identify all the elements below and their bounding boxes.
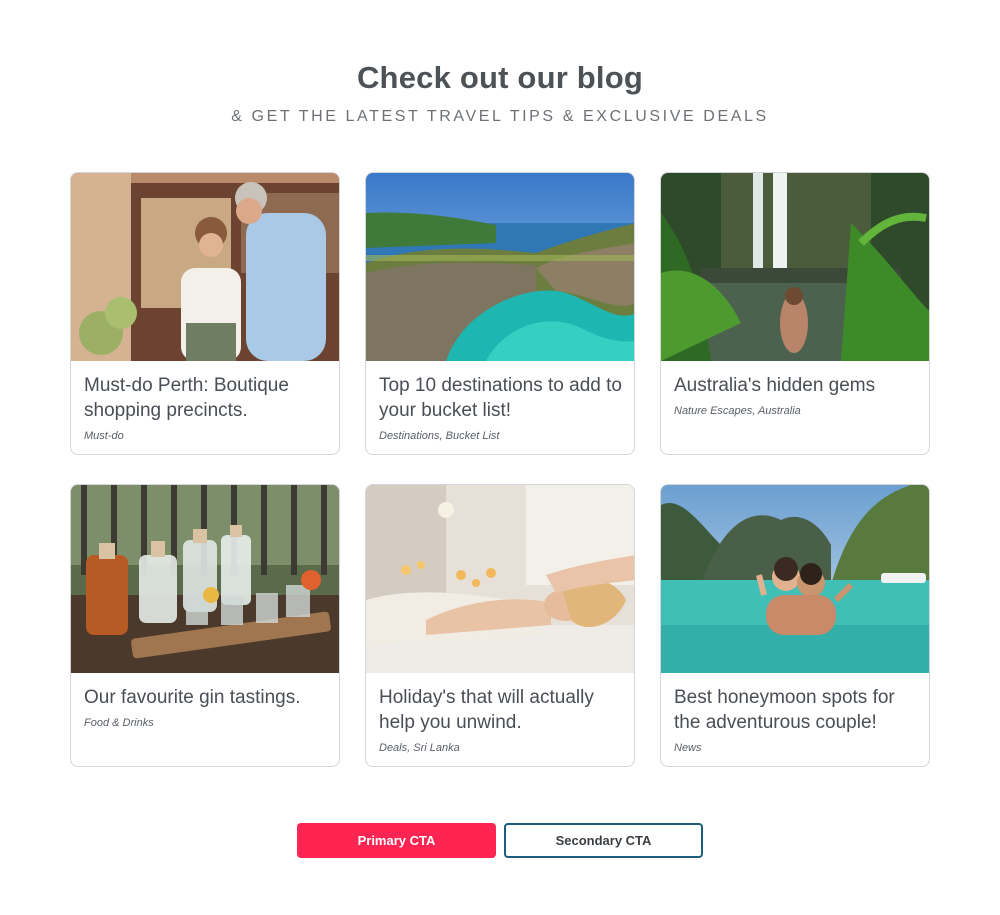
coastal-arch-photo bbox=[366, 173, 634, 361]
boutique-shopping-photo bbox=[71, 173, 339, 361]
primary-cta-button[interactable]: Primary CTA bbox=[297, 823, 496, 858]
waterfall-lagoon-photo bbox=[661, 173, 929, 361]
card-title[interactable]: Best honeymoon spots for the adventurous… bbox=[674, 685, 919, 735]
card-tags: Food & Drinks bbox=[84, 717, 154, 729]
blog-card[interactable]: Best honeymoon spots for the adventurous… bbox=[660, 484, 930, 767]
blog-subheading: & GET THE LATEST TRAVEL TIPS & EXCLUSIVE… bbox=[231, 108, 769, 125]
spa-massage-photo bbox=[366, 485, 634, 673]
card-title[interactable]: Holiday's that will actually help you un… bbox=[379, 685, 624, 735]
couple-lagoon-photo bbox=[661, 485, 929, 673]
card-title[interactable]: Australia's hidden gems bbox=[674, 373, 919, 398]
blog-heading: Check out our blog bbox=[356, 60, 644, 95]
blog-card[interactable]: Australia's hidden gems Nature Escapes, … bbox=[660, 172, 930, 455]
card-tags: Deals, Sri Lanka bbox=[379, 742, 460, 754]
card-title[interactable]: Top 10 destinations to add to your bucke… bbox=[379, 373, 624, 423]
card-title[interactable]: Must-do Perth: Boutique shopping precinc… bbox=[84, 373, 329, 423]
secondary-cta-button[interactable]: Secondary CTA bbox=[504, 823, 703, 858]
card-title[interactable]: Our favourite gin tastings. bbox=[84, 685, 329, 710]
blog-card[interactable]: Must-do Perth: Boutique shopping precinc… bbox=[70, 172, 340, 455]
blog-card[interactable]: Our favourite gin tastings. Food & Drink… bbox=[70, 484, 340, 767]
blog-card[interactable]: Holiday's that will actually help you un… bbox=[365, 484, 635, 767]
card-tags: Destinations, Bucket List bbox=[379, 430, 500, 442]
card-tags: Nature Escapes, Australia bbox=[674, 405, 801, 417]
gin-bottles-photo bbox=[71, 485, 339, 673]
card-tags: News bbox=[674, 742, 702, 754]
blog-card[interactable]: Top 10 destinations to add to your bucke… bbox=[365, 172, 635, 455]
card-tags: Must-do bbox=[84, 430, 124, 442]
